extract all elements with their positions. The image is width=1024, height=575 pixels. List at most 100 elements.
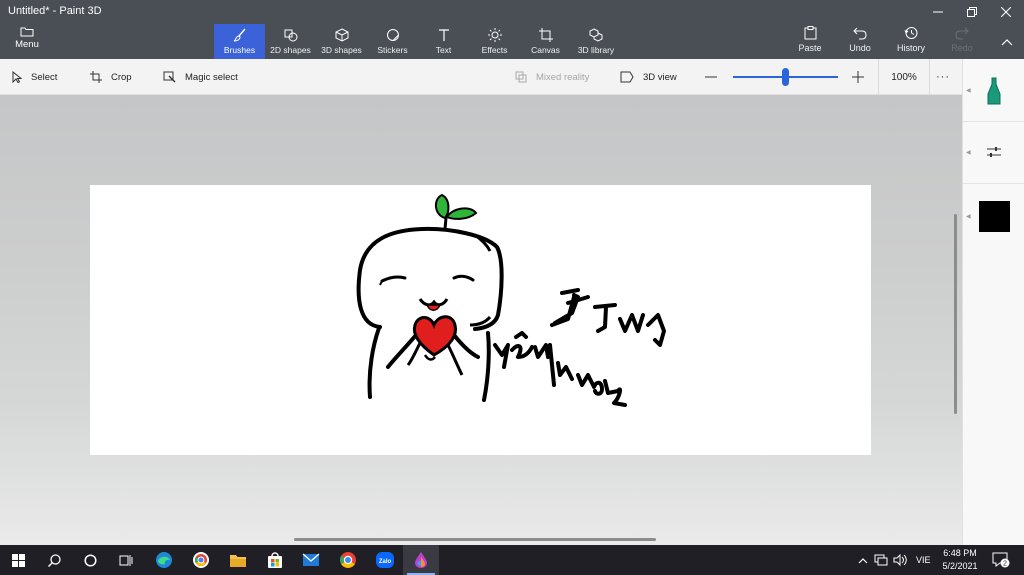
3d-view-button[interactable]: 3D view xyxy=(620,59,677,95)
paste-icon xyxy=(804,26,816,40)
tab-canvas[interactable]: Canvas xyxy=(520,24,571,59)
window-title: Untitled* - Paint 3D xyxy=(8,5,102,17)
cursor-icon xyxy=(12,71,22,83)
redo-label: Redo xyxy=(951,43,973,53)
zoom-slider-thumb[interactable] xyxy=(782,68,789,86)
folder-icon xyxy=(20,27,34,37)
text-icon xyxy=(438,29,449,41)
restore-icon xyxy=(967,7,977,17)
vertical-scrollbar[interactable] xyxy=(954,214,957,414)
zoom-level[interactable]: 100% xyxy=(878,59,930,95)
tab-text[interactable]: Text xyxy=(418,24,469,59)
mixed-reality-button[interactable]: Mixed reality xyxy=(515,59,589,95)
3d-view-label: 3D view xyxy=(643,71,677,83)
cortana-button[interactable] xyxy=(72,545,108,575)
brush-settings-button[interactable] xyxy=(963,141,1024,163)
drawing xyxy=(356,193,666,407)
restore-button[interactable] xyxy=(955,0,989,24)
right-arm xyxy=(452,333,480,359)
task-view-icon xyxy=(119,554,133,566)
clock-time: 6:48 PM xyxy=(943,548,977,558)
undo-icon xyxy=(853,27,867,40)
language-indicator[interactable]: VIE xyxy=(916,545,931,575)
sun-icon xyxy=(487,28,502,42)
paste-button[interactable]: Paste xyxy=(790,26,830,53)
brush-tool-button[interactable] xyxy=(963,73,1024,109)
taskbar-file-explorer[interactable] xyxy=(220,545,256,575)
close-button[interactable] xyxy=(989,0,1023,24)
store-icon xyxy=(268,552,282,568)
task-view-button[interactable] xyxy=(108,545,144,575)
sprout-leaf-right xyxy=(445,207,478,220)
tab-stickers[interactable]: Stickers xyxy=(367,24,418,59)
sprout-leaf-left xyxy=(435,193,450,220)
tab-label: Brushes xyxy=(223,45,256,55)
zoom-in-button[interactable] xyxy=(852,59,873,95)
paint3d-icon xyxy=(415,552,427,568)
menu-label: Menu xyxy=(15,39,39,50)
clock[interactable]: 6:48 PM 5/2/2021 xyxy=(932,547,988,573)
network-button[interactable] xyxy=(874,545,888,575)
color-swatch-button[interactable] xyxy=(963,199,1024,233)
crop-button[interactable]: Crop xyxy=(90,59,132,95)
tab-label: Text xyxy=(435,45,452,55)
2d-shapes-icon xyxy=(284,29,297,42)
taskbar-paint3d[interactable] xyxy=(403,545,439,575)
more-options-button[interactable]: ··· xyxy=(936,59,950,95)
tab-label: 2D shapes xyxy=(270,45,311,55)
minimize-button[interactable] xyxy=(921,0,955,24)
cortana-icon xyxy=(83,553,97,567)
clock-date: 5/2/2021 xyxy=(942,561,978,571)
menu-button[interactable]: Menu xyxy=(10,26,44,50)
file-explorer-icon xyxy=(230,555,246,567)
right-eye xyxy=(452,274,475,282)
3d-library-icon xyxy=(589,28,603,42)
volume-button[interactable] xyxy=(893,545,907,575)
canvas-icon xyxy=(538,28,553,42)
crop-label: Crop xyxy=(111,71,132,83)
notification-icon: 2 xyxy=(992,552,1010,568)
taskbar-zalo[interactable]: Zalo xyxy=(367,545,403,575)
history-button[interactable]: History xyxy=(891,26,931,53)
tab-brushes[interactable]: Brushes xyxy=(214,24,265,59)
3d-view-icon xyxy=(620,71,634,83)
tab-label: 3D shapes xyxy=(321,45,362,55)
mixed-reality-label: Mixed reality xyxy=(536,71,590,83)
tab-2d-shapes[interactable]: 2D shapes xyxy=(265,24,316,59)
taskbar-chrome-2[interactable] xyxy=(330,545,366,575)
tab-effects[interactable]: Effects xyxy=(469,24,520,59)
redo-button[interactable]: Redo xyxy=(942,26,982,53)
minus-icon xyxy=(705,76,717,78)
marker-icon xyxy=(987,77,1001,105)
show-hidden-icons-button[interactable] xyxy=(858,545,868,575)
taskbar-chrome-1[interactable] xyxy=(183,545,219,575)
taskbar-mail[interactable] xyxy=(293,545,329,575)
sticker-icon xyxy=(386,29,399,41)
volume-icon xyxy=(893,554,907,566)
undo-button[interactable]: Undo xyxy=(840,26,880,53)
tab-3d-shapes[interactable]: 3D shapes xyxy=(316,24,367,59)
magic-select-icon xyxy=(163,71,176,83)
search-button[interactable] xyxy=(36,545,72,575)
start-button[interactable] xyxy=(0,545,36,575)
sprout-stem xyxy=(443,217,448,230)
selected-color-swatch[interactable] xyxy=(978,200,1010,232)
horizontal-scrollbar[interactable] xyxy=(294,538,656,541)
tab-3d-library[interactable]: 3D library xyxy=(571,24,621,59)
magic-select-button[interactable]: Magic select xyxy=(163,59,238,95)
zoom-out-button[interactable] xyxy=(705,59,726,95)
collapse-ribbon-button[interactable] xyxy=(990,30,1024,54)
tab-label: 3D library xyxy=(577,45,615,55)
notifications-button[interactable]: 2 xyxy=(992,545,1010,575)
paste-label: Paste xyxy=(798,43,822,53)
panel-divider xyxy=(963,183,1024,184)
taskbar-store[interactable] xyxy=(257,545,293,575)
select-button[interactable]: Select xyxy=(12,59,57,95)
mail-icon xyxy=(302,553,320,566)
start-icon xyxy=(11,553,25,567)
edge-icon xyxy=(156,552,172,568)
network-icon xyxy=(874,554,888,566)
taskbar-edge[interactable] xyxy=(146,545,182,575)
drawing-canvas[interactable] xyxy=(90,185,871,455)
right-panel: ◀ ◀ ◀ xyxy=(962,59,1024,545)
